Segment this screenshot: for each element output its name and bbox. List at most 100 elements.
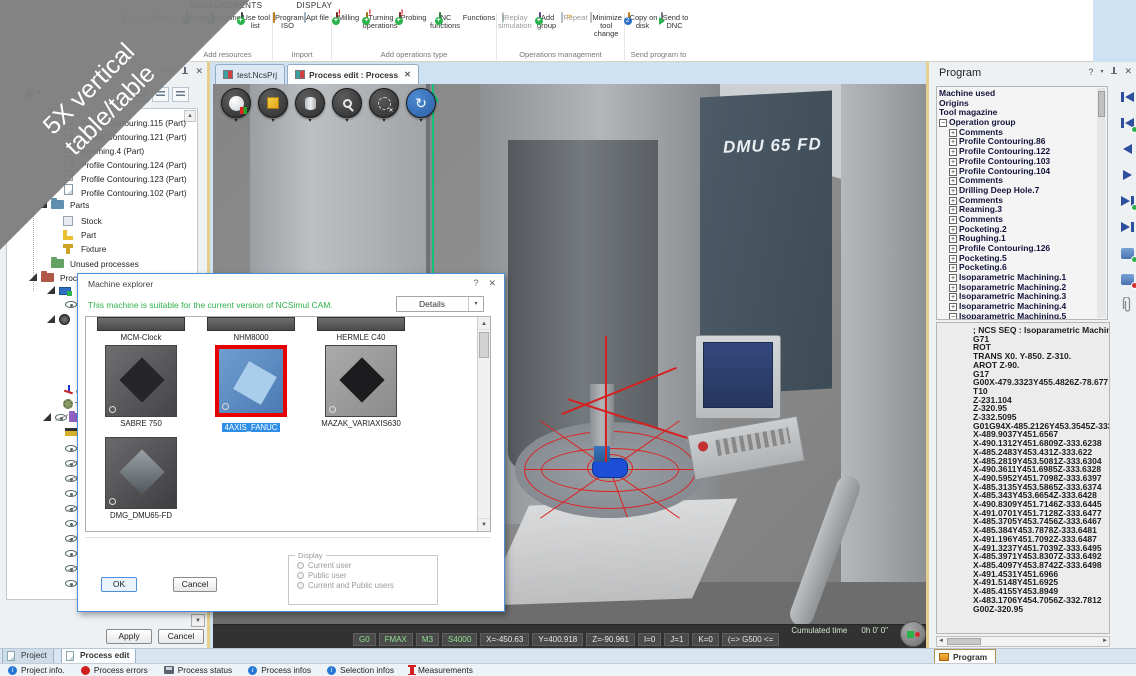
gcode-listing[interactable]: ; NCS SEQ : Isoparametric MachiniG71ROTT… xyxy=(936,322,1110,634)
program-tree-item[interactable]: +Roughing.1 xyxy=(939,234,1107,244)
expand-icon[interactable]: + xyxy=(949,148,957,156)
close-icon[interactable]: ✕ xyxy=(1124,66,1132,77)
expand-icon[interactable]: + xyxy=(949,284,957,292)
chevron-down-icon[interactable]: ▾ xyxy=(258,118,288,125)
expand-icon[interactable]: + xyxy=(949,264,957,272)
close-icon[interactable]: ✕ xyxy=(195,66,203,77)
selection-filter-button[interactable] xyxy=(369,88,399,118)
tab-process-edit[interactable]: Process edit : Process✕ xyxy=(287,64,419,84)
expand-icon[interactable]: + xyxy=(949,226,957,234)
tree-dropdown-button[interactable]: ▼ xyxy=(191,614,205,627)
nc-functions-button[interactable]: NC functions xyxy=(428,13,463,30)
gcode-line[interactable]: AROT Z-90. xyxy=(973,361,1109,370)
program-tree-item[interactable]: +Isoparametric Machining.2 xyxy=(939,283,1107,293)
tree-node-turret[interactable] xyxy=(47,314,70,325)
statusbar-item[interactable]: Project info. xyxy=(8,665,65,675)
cancel-button[interactable]: Cancel xyxy=(173,577,217,592)
machine-item[interactable]: DMG_DMU65-FD xyxy=(86,437,196,520)
minimize-tool-change-button[interactable]: Minimize tool change xyxy=(588,13,624,38)
gcode-horizontal-scrollbar[interactable]: ◄ ► xyxy=(936,636,1110,647)
close-icon[interactable]: ✕ xyxy=(404,70,411,79)
send-to-dnc-button[interactable]: Send to DNC xyxy=(659,13,691,30)
view-mode-compact-button[interactable] xyxy=(172,87,189,102)
program-tree-item[interactable]: +Comments xyxy=(939,215,1107,225)
visibility-row[interactable] xyxy=(65,505,77,514)
expand-icon[interactable]: + xyxy=(949,235,957,243)
use-tool-list-button[interactable]: Use tool list xyxy=(239,13,272,30)
statusbar-item[interactable]: Process status xyxy=(164,665,232,675)
expand-icon[interactable]: + xyxy=(949,197,957,205)
eye-icon[interactable] xyxy=(65,445,77,452)
radio-current-and-public[interactable]: Current and Public users xyxy=(289,580,437,590)
eye-slash-icon[interactable] xyxy=(65,565,77,572)
program-tree-item[interactable]: +Drilling Deep Hole.7 xyxy=(939,186,1107,196)
help-icon[interactable]: ? xyxy=(473,278,478,289)
eye-icon[interactable] xyxy=(65,301,77,308)
statusbar-item[interactable]: Selection infos xyxy=(327,665,394,675)
chevron-down-icon[interactable]: ▾ xyxy=(221,118,251,125)
expand-icon[interactable]: + xyxy=(949,255,957,263)
tree-node-machine-item[interactable] xyxy=(65,428,77,437)
program-tree-item[interactable]: +Pocketing.5 xyxy=(939,254,1107,264)
eye-slash-icon[interactable] xyxy=(55,414,67,421)
chevron-down-icon[interactable]: ▾ xyxy=(369,118,399,125)
skip-to-start-button[interactable] xyxy=(1117,88,1136,106)
scroll-up-icon[interactable]: ▲ xyxy=(478,318,490,330)
expand-icon[interactable]: − xyxy=(939,119,947,127)
scroll-thumb[interactable] xyxy=(479,332,489,358)
tree-node-part[interactable]: Part xyxy=(63,229,96,242)
add-breakpoint-button[interactable] xyxy=(1117,244,1136,262)
tree-node-machine[interactable] xyxy=(47,286,71,296)
replay-simulation-button[interactable]: Replay simulation xyxy=(497,13,533,30)
program-tree-item[interactable]: Origins xyxy=(939,99,1107,109)
repeat-button[interactable]: Repeat xyxy=(561,13,589,22)
radio-current-user[interactable]: Current user xyxy=(289,560,437,570)
program-tree-item[interactable]: +Pocketing.6 xyxy=(939,263,1107,273)
close-icon[interactable]: ✕ xyxy=(488,278,496,289)
eye-slash-icon[interactable] xyxy=(65,475,77,482)
program-tree-item[interactable]: +Profile Contouring.122 xyxy=(939,147,1107,157)
program-tree-item[interactable]: +Profile Contouring.126 xyxy=(939,244,1107,254)
expand-icon[interactable]: − xyxy=(949,313,957,320)
eye-icon[interactable] xyxy=(65,490,77,497)
machine-item[interactable]: HERMLE C40 xyxy=(306,317,416,342)
eye-slash-icon[interactable] xyxy=(65,535,77,542)
expand-icon[interactable]: + xyxy=(949,274,957,282)
help-icon[interactable]: ? xyxy=(1088,67,1093,77)
tree-scrollbar[interactable] xyxy=(1097,88,1106,318)
program-tree-item[interactable]: +Profile Contouring.86 xyxy=(939,137,1107,147)
tree-node-stock[interactable]: Stock xyxy=(63,215,102,228)
visibility-row[interactable] xyxy=(65,301,77,310)
expand-icon[interactable]: + xyxy=(949,158,957,166)
apply-button[interactable]: Apply xyxy=(106,629,152,644)
machine-thumbnail[interactable] xyxy=(317,317,405,331)
cancel-button[interactable]: Cancel xyxy=(158,629,204,644)
program-tree-item[interactable]: +Profile Contouring.104 xyxy=(939,167,1107,177)
visibility-row[interactable] xyxy=(65,445,77,454)
eye-slash-icon[interactable] xyxy=(65,460,77,467)
machine-item[interactable]: 4AXIS_FANUC xyxy=(196,345,306,435)
statusbar-item[interactable]: Process infos xyxy=(248,665,311,675)
ok-button[interactable]: OK xyxy=(101,577,137,592)
turning-operations-button[interactable]: Turning operations xyxy=(363,13,398,30)
eye-icon[interactable] xyxy=(65,520,77,527)
chevron-down-icon[interactable]: ▾ xyxy=(1100,68,1103,75)
gcode-line[interactable]: G71 xyxy=(973,335,1109,344)
dialog-titlebar[interactable]: Machine explorer ? ✕ xyxy=(78,274,504,294)
machine-item[interactable]: NHM8000 xyxy=(196,317,306,342)
machine-item[interactable]: MAZAK_VARIAXIS630 xyxy=(306,345,416,435)
visibility-row[interactable] xyxy=(65,460,77,469)
expand-icon[interactable]: + xyxy=(949,129,957,137)
eye-slash-icon[interactable] xyxy=(65,505,77,512)
apt-file-button[interactable]: Apt file xyxy=(302,13,331,22)
pin-icon[interactable] xyxy=(1110,67,1117,76)
machine-thumbnail[interactable] xyxy=(105,345,177,417)
machine-item[interactable]: SABRE 750 xyxy=(86,345,196,435)
visibility-row[interactable] xyxy=(65,580,77,589)
visibility-row[interactable] xyxy=(65,520,77,529)
restart-marked-button[interactable] xyxy=(1117,114,1136,132)
chevron-down-icon[interactable]: ▾ xyxy=(332,118,362,125)
tree-node-fixture[interactable]: Fixture xyxy=(63,243,106,256)
expand-icon[interactable]: + xyxy=(949,245,957,253)
gcode-line[interactable]: ; NCS SEQ : Isoparametric Machini xyxy=(973,326,1109,335)
